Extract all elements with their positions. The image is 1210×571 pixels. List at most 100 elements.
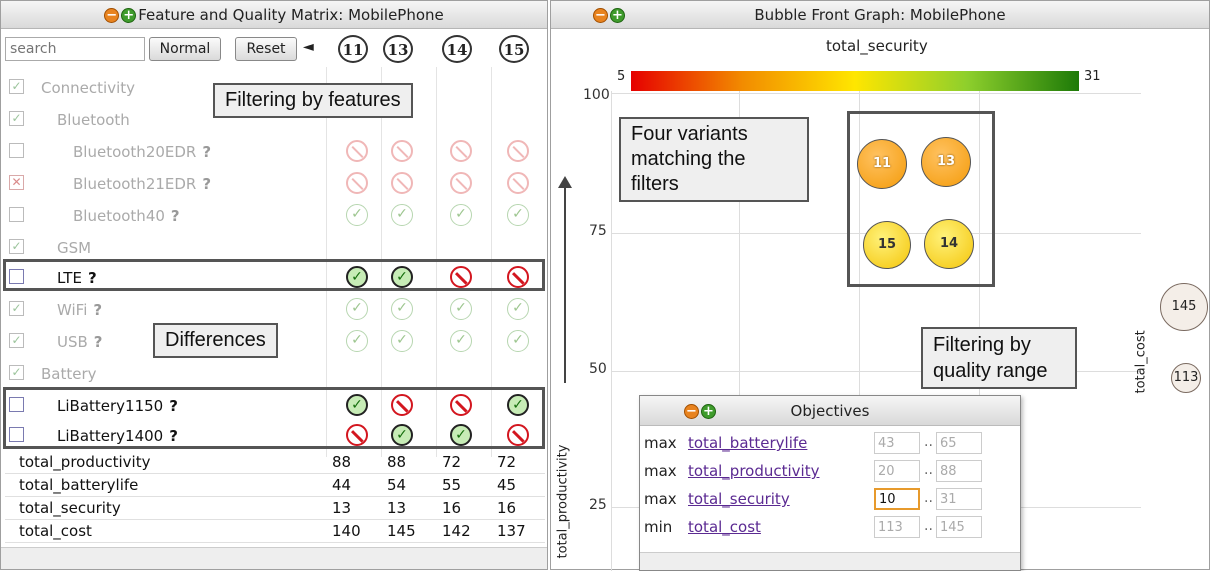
objective-low-input[interactable] (874, 488, 920, 510)
feature-checkbox[interactable]: ✓ (9, 333, 24, 348)
cost-legend-max: 145 (1160, 283, 1208, 331)
included-faded-icon: ✓ (391, 204, 413, 226)
included-faded-icon: ✓ (507, 330, 529, 352)
objective-high-input[interactable] (936, 432, 982, 454)
included-faded-icon: ✓ (450, 330, 472, 352)
quality-row-cost: total_cost 140 145 142 137 (5, 520, 545, 543)
variant-bubble-13[interactable]: 13 (921, 137, 971, 187)
excluded-faded-icon (507, 140, 529, 162)
feature-label: Connectivity (41, 79, 135, 97)
excluded-faded-icon (391, 172, 413, 194)
objective-row-batterylife: max total_batterylife .. (644, 432, 1016, 456)
objective-link[interactable]: total_productivity (688, 462, 819, 480)
help-icon[interactable]: ? (202, 143, 211, 161)
feature-checkbox[interactable]: ✓ (9, 365, 24, 380)
objective-link[interactable]: total_security (688, 490, 790, 508)
excluded-faded-icon (346, 140, 368, 162)
variant-header-15[interactable]: 15 (499, 35, 529, 63)
range-separator: .. (924, 490, 933, 506)
objective-low-input[interactable] (874, 516, 920, 538)
feature-checkbox[interactable]: ✓ (9, 111, 24, 126)
included-faded-icon: ✓ (391, 298, 413, 320)
included-faded-icon: ✓ (507, 204, 529, 226)
feature-label: Bluetooth21EDR? (73, 175, 212, 193)
quality-table: total_productivity 88 88 72 72 total_bat… (5, 451, 545, 543)
objective-low-input[interactable] (874, 460, 920, 482)
y-tick-label: 25 (589, 497, 607, 513)
help-icon[interactable]: ? (171, 207, 180, 225)
y-axis-label: total_productivity (555, 444, 571, 559)
variant-header-13[interactable]: 13 (383, 35, 413, 63)
quality-value: 142 (442, 522, 471, 540)
objective-kind: max (644, 490, 677, 508)
objective-low-input[interactable] (874, 432, 920, 454)
objective-row-cost: min total_cost .. (644, 516, 1016, 540)
quality-value: 145 (387, 522, 416, 540)
callout-filtering-features: Filtering by features (213, 83, 413, 118)
excluded-faded-icon (391, 140, 413, 162)
minimize-icon[interactable]: − (593, 8, 608, 23)
included-faded-icon: ✓ (346, 204, 368, 226)
color-scale-bar (631, 71, 1079, 91)
variant-bubble-15[interactable]: 15 (863, 221, 911, 269)
variant-header-14[interactable]: 14 (442, 35, 472, 63)
objective-link[interactable]: total_batterylife (688, 434, 807, 452)
feature-checkbox[interactable] (9, 207, 24, 222)
excluded-faded-icon (346, 172, 368, 194)
variant-header-11[interactable]: 11 (338, 35, 368, 63)
objective-high-input[interactable] (936, 460, 982, 482)
matrix-title: Feature and Quality Matrix: MobilePhone (138, 6, 444, 24)
maximize-icon[interactable]: + (610, 8, 625, 23)
objective-high-input[interactable] (936, 516, 982, 538)
graph-title-bar: − + Bubble Front Graph: MobilePhone (551, 1, 1209, 29)
quality-row-productivity: total_productivity 88 88 72 72 (5, 451, 545, 474)
objective-link[interactable]: total_cost (688, 518, 761, 536)
help-icon[interactable]: ? (94, 333, 103, 351)
feature-checkbox[interactable]: ✓ (9, 301, 24, 316)
y-tick-label: 50 (589, 361, 607, 377)
objectives-footer (640, 552, 1020, 570)
reset-button[interactable]: Reset (235, 37, 297, 61)
quality-name: total_cost (19, 522, 92, 540)
minimize-icon[interactable]: − (104, 8, 120, 23)
feature-label: Battery (41, 365, 97, 383)
grid-line (611, 93, 1141, 94)
objective-high-input[interactable] (936, 488, 982, 510)
variant-bubble-14[interactable]: 14 (924, 219, 974, 269)
help-icon[interactable]: ? (202, 175, 211, 193)
callout-differences: Differences (153, 323, 278, 358)
color-metric-label: total_security (826, 37, 928, 55)
matrix-title-bar: − + Feature and Quality Matrix: MobilePhon… (1, 1, 547, 29)
feature-checkbox[interactable]: ✓ (9, 239, 24, 254)
y-axis-arrow (564, 183, 566, 383)
included-faded-icon: ✓ (507, 298, 529, 320)
feature-label: Bluetooth40? (73, 207, 180, 225)
objectives-title: Objectives (790, 402, 870, 420)
search-input[interactable] (5, 37, 145, 61)
quality-value: 13 (332, 499, 352, 517)
help-icon[interactable]: ? (93, 301, 102, 319)
cost-legend-min: 113 (1171, 363, 1201, 393)
maximize-icon[interactable]: + (701, 404, 716, 419)
normal-button[interactable]: Normal (149, 37, 221, 61)
included-faded-icon: ✓ (450, 298, 472, 320)
feature-row-battery: ✓ Battery (5, 359, 545, 389)
variant-bubble-11[interactable]: 11 (857, 139, 907, 189)
objectives-title-bar: − + Objectives (640, 396, 1020, 426)
included-faded-icon: ✓ (450, 204, 472, 226)
graph-title: Bubble Front Graph: MobilePhone (754, 6, 1006, 24)
feature-checkbox[interactable]: ✓ (9, 79, 24, 94)
callout-four-variants: Four variants matching the filters (619, 117, 809, 202)
difference-highlight-lte (3, 259, 545, 291)
feature-checkbox[interactable] (9, 143, 24, 158)
minimize-icon[interactable]: − (684, 404, 699, 419)
feature-checkbox[interactable]: ✕ (9, 175, 24, 190)
objectives-dialog: −+ Objectives max total_batterylife .. m… (639, 395, 1021, 571)
quality-value: 16 (497, 499, 517, 517)
collapse-arrow-icon[interactable]: ◄ (303, 39, 314, 55)
difference-highlight-battery (3, 387, 545, 449)
objective-row-productivity: max total_productivity .. (644, 460, 1016, 484)
cost-axis-label: total_cost (1133, 330, 1149, 394)
quality-row-batterylife: total_batterylife 44 54 55 45 (5, 474, 545, 497)
maximize-icon[interactable]: + (121, 8, 137, 23)
